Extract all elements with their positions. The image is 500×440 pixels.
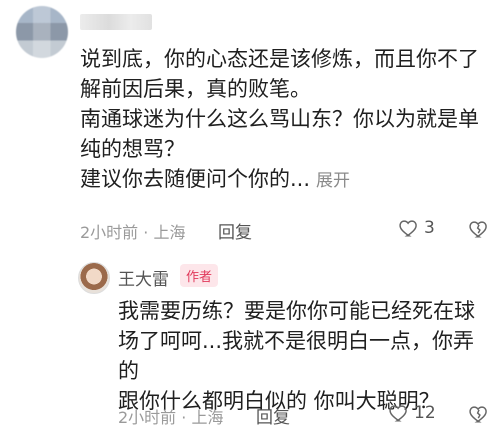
author-badge: 作者 [180,264,219,287]
broken-heart-icon [469,406,487,423]
reply-button[interactable]: 回复 [256,403,290,428]
timestamp: 2小时前 [118,408,177,427]
meta-separator: · [143,223,154,242]
location: 上海 [191,408,224,427]
like-button[interactable]: 3 [398,217,435,239]
comment-line: 解前因后果，真的败笔。 [80,77,311,101]
reply-button[interactable]: 回复 [218,218,252,243]
comment-line: 纯的想骂？ [80,137,185,161]
like-count: 3 [424,218,435,238]
reply-meta: 2小时前 · 上海 [118,404,223,428]
comment-line-text: 建议你去随便问个你的... [80,167,311,191]
dislike-button[interactable] [468,403,490,429]
username-blurred[interactable] [80,14,152,30]
heart-icon [389,405,407,422]
dislike-button[interactable] [468,218,490,244]
comment-line: 说到底，你的心态还是该修炼，而且你不了 [80,47,479,71]
comment-text: 说到底，你的心态还是该修炼，而且你不了 解前因后果，真的败笔。 南通球迷为什么这… [80,44,490,196]
reply-line: 我需要历练？要是你你可能已经死在球 [118,299,475,323]
comment-meta: 2小时前 · 上海 [80,219,185,243]
reply-line: 场了呵呵...我就不是很明白一点，你弄的 [118,329,475,383]
meta-separator: · [181,408,192,427]
like-count: 12 [414,403,436,423]
reply-text: 我需要历练？要是你你可能已经死在球 场了呵呵...我就不是很明白一点，你弄的 跟… [118,296,488,416]
comment-line-last: 建议你去随便问个你的... 展开 [80,164,490,196]
timestamp: 2小时前 [80,223,139,242]
author-name[interactable]: 王大雷 [118,265,169,290]
heart-icon [399,220,417,237]
like-button[interactable]: 12 [388,402,436,424]
author-avatar[interactable] [78,262,110,294]
comment-line: 南通球迷为什么这么骂山东？你以为就是单 [80,107,479,131]
broken-heart-icon [469,221,487,238]
avatar[interactable] [16,6,68,58]
location: 上海 [153,223,186,242]
expand-link[interactable]: 展开 [316,171,350,191]
